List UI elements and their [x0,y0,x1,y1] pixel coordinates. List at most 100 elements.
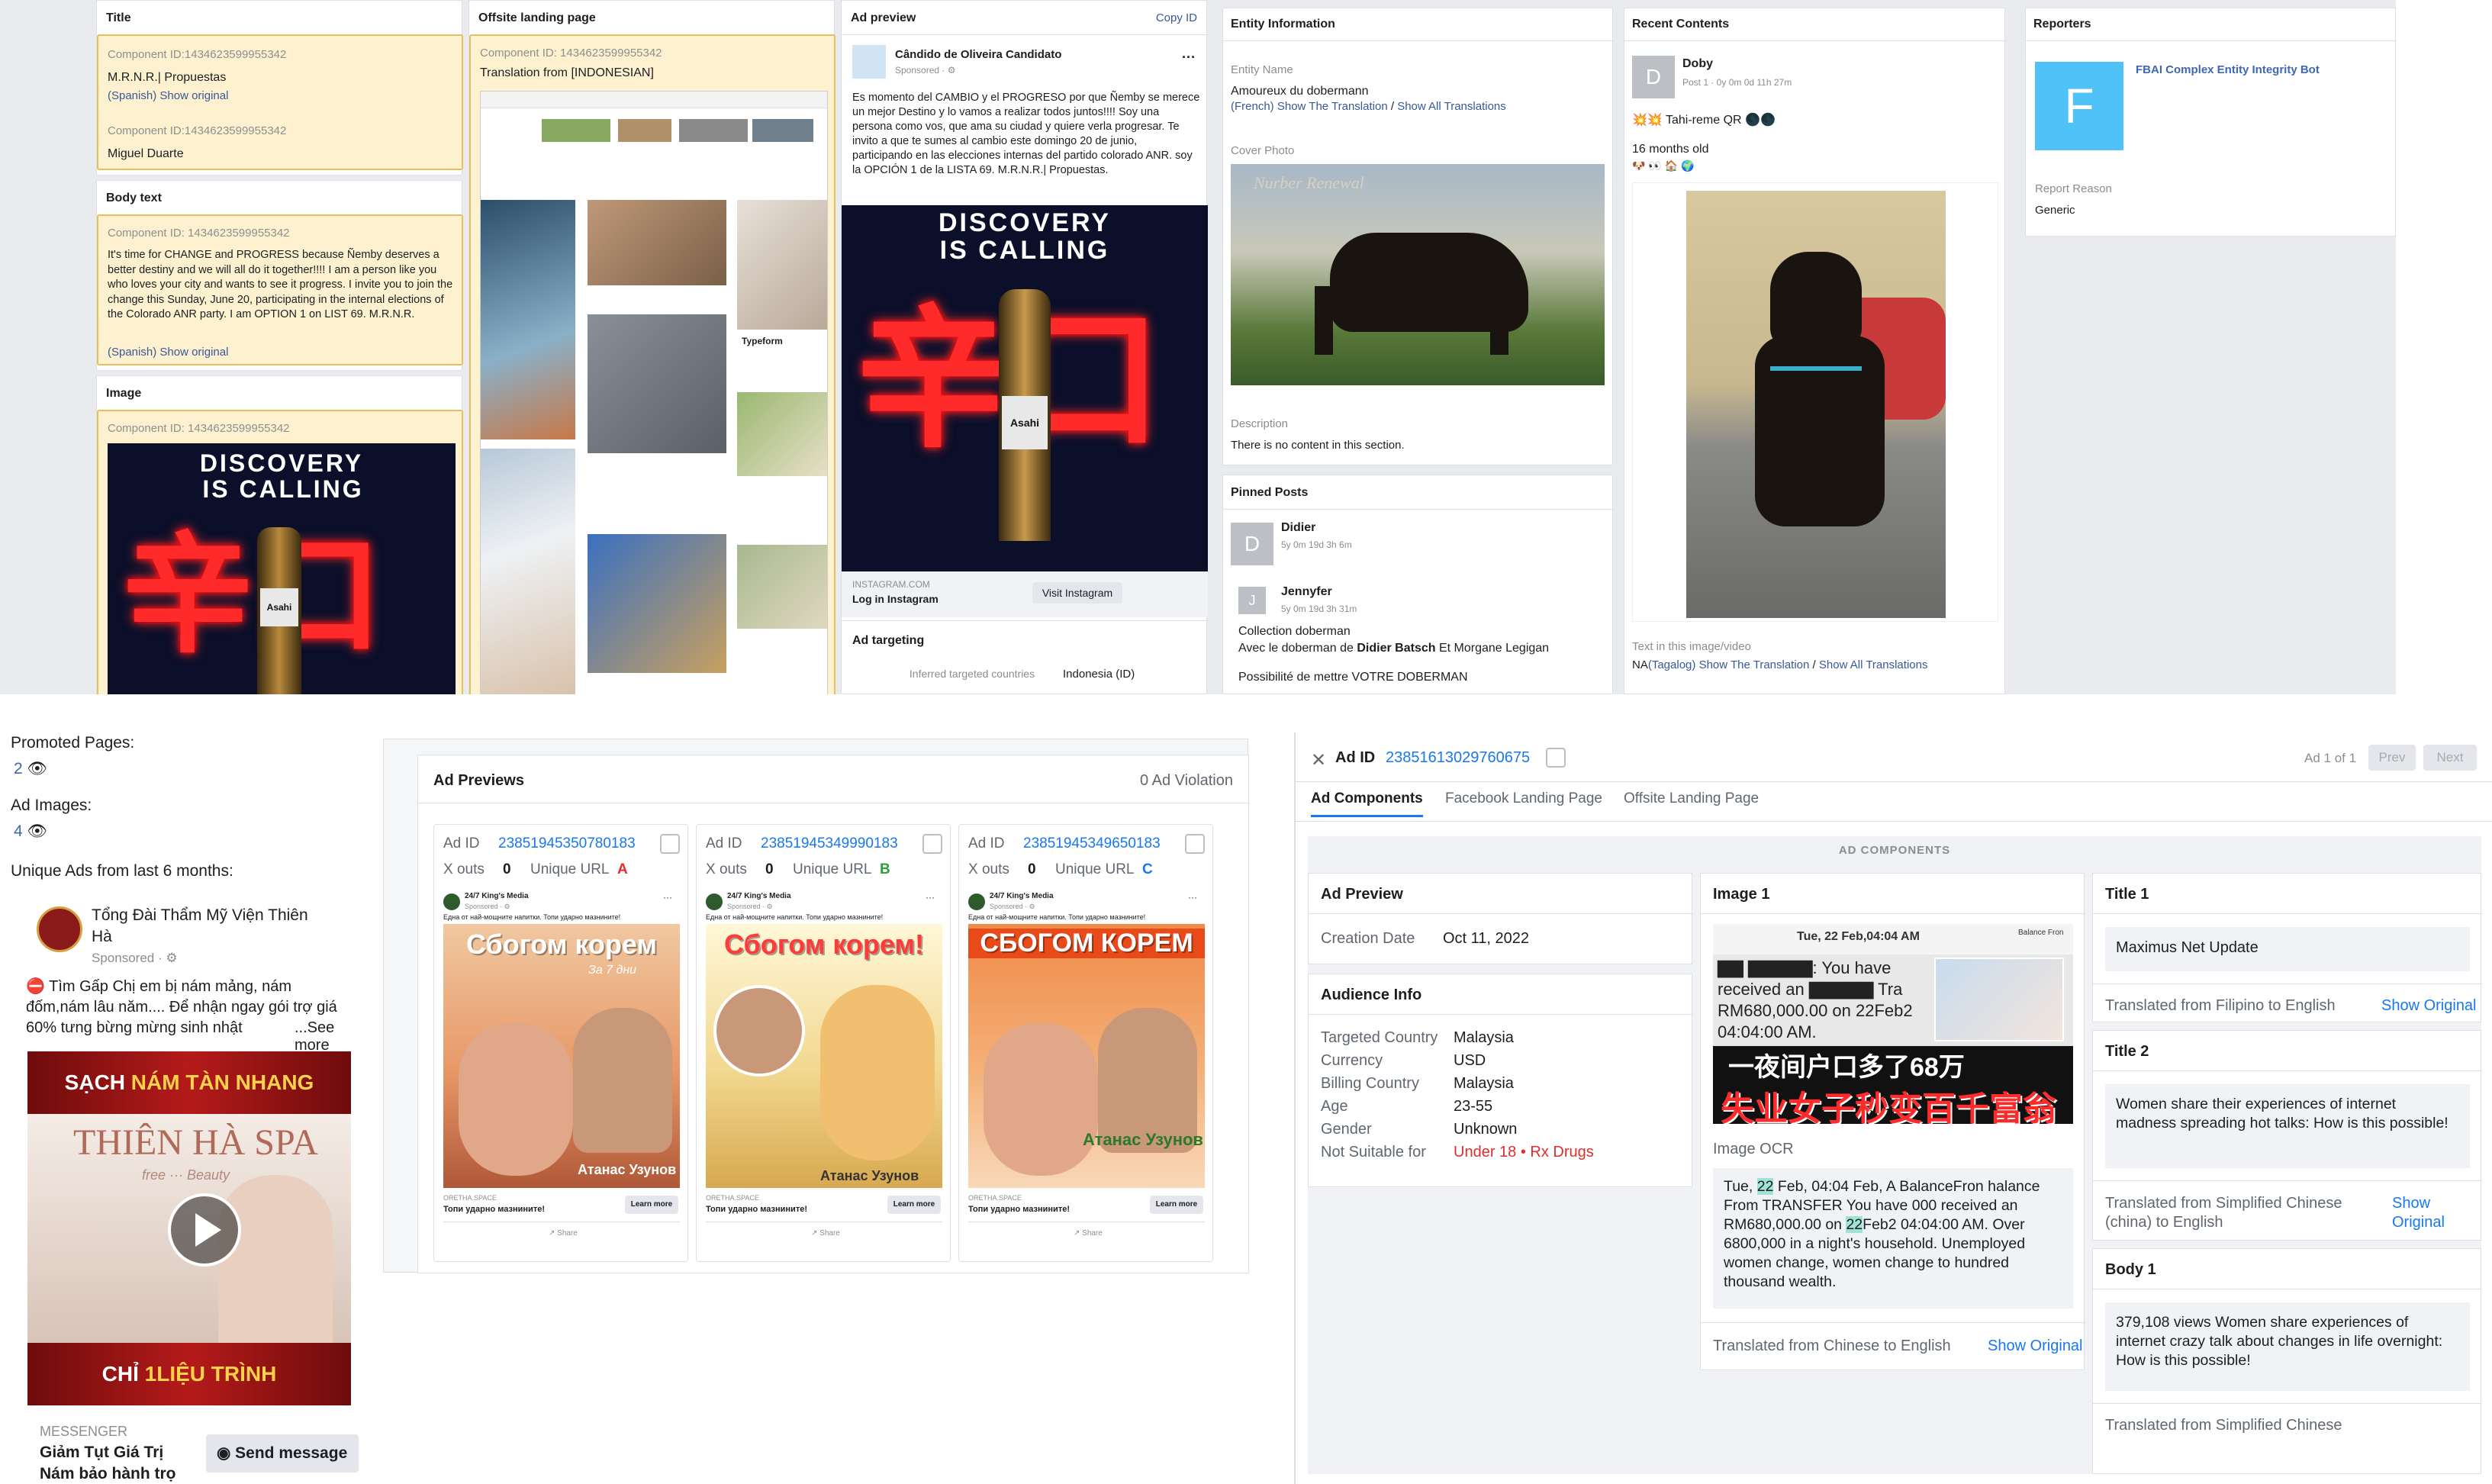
unique-url-value[interactable]: A [617,861,628,878]
body1-card: Body 1 379,108 views Women share experie… [2092,1248,2481,1474]
page-name[interactable]: 24/7 King's Media [465,892,529,900]
ad-select-checkbox[interactable] [660,834,680,854]
unique-url-value[interactable]: C [1142,861,1153,878]
advertiser-name[interactable]: Cândido de Oliveira Candidato [895,48,1061,61]
weight-loss-ad-image: Сбогом корем! Атанас Узунов [706,924,942,1188]
share-button[interactable]: ↗ Share [811,1229,840,1238]
learn-more-button[interactable]: Learn more [625,1196,678,1214]
learn-more-button[interactable]: Learn more [887,1196,941,1214]
language-link[interactable]: (Spanish) [108,89,156,102]
eye-icon[interactable]: 👁 [27,822,48,840]
promoted-count-link[interactable]: 2 [14,760,23,777]
divider [1223,40,1614,41]
language-link[interactable]: (French) [1231,100,1274,113]
sponsored-label: Sponsored · ⚙ [727,903,773,910]
page-name[interactable]: Tổng Đài Thẩm Mỹ Viện Thiên Hà [92,905,313,948]
field-label: Age [1321,1098,1348,1115]
divider [2093,983,2482,984]
tagged-name[interactable]: Didier Batsch [1357,642,1435,655]
page-name[interactable]: 24/7 King's Media [990,892,1054,900]
more-options-icon[interactable]: ··· [663,892,672,903]
show-all-translations-link[interactable]: Show All Translations [1397,100,1506,113]
cover-photo-image: Nurber Renewal [1231,164,1605,385]
divider [2093,913,2482,914]
post-text: Possibilité de mettre VOTRE DOBERMAN [1238,671,1468,684]
post-text-part: Et Morgane Legigan [1438,642,1550,655]
next-button[interactable]: Next [2423,745,2477,771]
image-ocr-label: Image OCR [1713,1141,1794,1157]
ad-id-link[interactable]: 23851945350780183 [498,835,636,852]
landing-components: Component ID: 1434623599955342 Translati… [469,34,835,694]
tab-offsite-landing-page[interactable]: Offsite Landing Page [1624,790,1759,807]
language-link[interactable]: (Tagalog) [1648,658,1696,671]
share-label: Share [819,1229,840,1238]
post-author[interactable]: Jennyfer [1281,585,1332,599]
visit-instagram-button[interactable]: Visit Instagram [1032,582,1122,604]
prev-button[interactable]: Prev [2368,745,2416,771]
sponsored-label: Sponsored · ⚙ [895,65,956,76]
body-photo [820,985,935,1160]
ad-select-checkbox[interactable] [1185,834,1205,854]
show-original-link[interactable]: Show Original [2392,1194,2453,1232]
copy-id-link[interactable]: Copy ID [1156,11,1197,24]
more-options-icon[interactable]: ··· [926,892,935,903]
cover-photo-label: Cover Photo [1231,144,1295,157]
field-value: Unknown [1454,1121,1518,1138]
ad-images-count-link[interactable]: 4 [14,822,23,840]
beer-poster-image: DISCOVERY IS CALLING 辛口 Asahi [842,205,1208,571]
post-author[interactable]: Doby [1682,57,1713,71]
show-all-translations-link[interactable]: Show All Translations [1819,658,1928,671]
ad-preview-card: Ad Preview Creation Date Oct 11, 2022 [1308,873,1693,964]
card-title: Audience Info [1321,987,1422,1003]
ad-select-checkbox[interactable] [922,834,942,854]
spa-subtitle: free ··· Beauty [142,1167,230,1183]
learn-more-button[interactable]: Learn more [1150,1196,1203,1214]
person-name: Атанас Узунов [1083,1130,1203,1149]
post-author[interactable]: Didier [1281,521,1315,535]
more-options-icon[interactable]: ··· [1188,892,1197,903]
show-original-link[interactable]: Show Original [2381,997,2477,1015]
unique-url-label: Unique URL [1055,861,1135,877]
cta-line: Nám bảo hành trọ [40,1465,176,1482]
beer-bottle-image: Asahi [999,289,1051,541]
reporter-name-link[interactable]: FBAI Complex Entity Integrity Bot [2136,63,2320,76]
more-options-icon[interactable]: ··· [1182,50,1196,66]
play-video-button[interactable] [168,1193,241,1267]
tab-facebook-landing-page[interactable]: Facebook Landing Page [1445,790,1602,807]
post-time: 5y 0m 19d 3h 6m [1281,539,1352,550]
show-translation-link[interactable]: Show The Translation [1277,100,1388,113]
component-id: Component ID:1434623599955342 [108,124,287,137]
recent-contents-panel: Recent Contents D Doby Post 1 · 0y 0m 0d… [1624,8,2006,694]
eye-icon[interactable]: 👁 [27,760,48,777]
ad-preview-card: Ad ID 23851945350780183 X outs 0 Unique … [433,824,688,1262]
page-name[interactable]: 24/7 King's Media [727,892,791,900]
ad-id-link[interactable]: 23851945349990183 [761,835,898,852]
cta-platform: MESSENGER [40,1424,128,1439]
ad-select-checkbox[interactable] [1546,748,1566,768]
poster-headline: DISCOVERY [938,208,1111,237]
share-button[interactable]: ↗ Share [1074,1229,1103,1238]
body-photo [984,1023,1098,1176]
report-reason-label: Report Reason [2035,182,2112,195]
translated-note: Translated from Simplified Chinese [2105,1417,2342,1434]
unique-url-value[interactable]: B [880,861,890,878]
see-more-link[interactable]: ...See more [295,1019,359,1054]
body-panel: Body text Component ID: 1434623599955342… [96,180,463,371]
show-original-link[interactable]: Show original [159,346,228,359]
ad-id-link[interactable]: 23851613029760675 [1386,749,1530,767]
show-original-link[interactable]: Show original [159,89,228,102]
post-time: 5y 0m 19d 3h 31m [1281,604,1357,614]
show-translation-link[interactable]: Show The Translation [1699,658,1810,671]
sponsored-label: Sponsored · ⚙ [465,903,510,910]
share-button[interactable]: ↗ Share [549,1229,578,1238]
close-icon[interactable]: ✕ [1311,749,1326,771]
ad-id-label: Ad ID [443,835,480,851]
show-original-link[interactable]: Show Original [1988,1338,2083,1355]
ad-id-link[interactable]: 23851945349650183 [1023,835,1161,852]
ad-preview-card: Ad ID 23851945349650183 X outs 0 Unique … [958,824,1213,1262]
tab-ad-components[interactable]: Ad Components [1311,790,1423,817]
person-name: Атанас Узунов [578,1162,677,1177]
send-message-button[interactable]: ◉ Send message [206,1434,359,1473]
language-link[interactable]: (Spanish) [108,346,156,359]
pinned-posts-label: Pinned Posts [1231,486,1309,499]
